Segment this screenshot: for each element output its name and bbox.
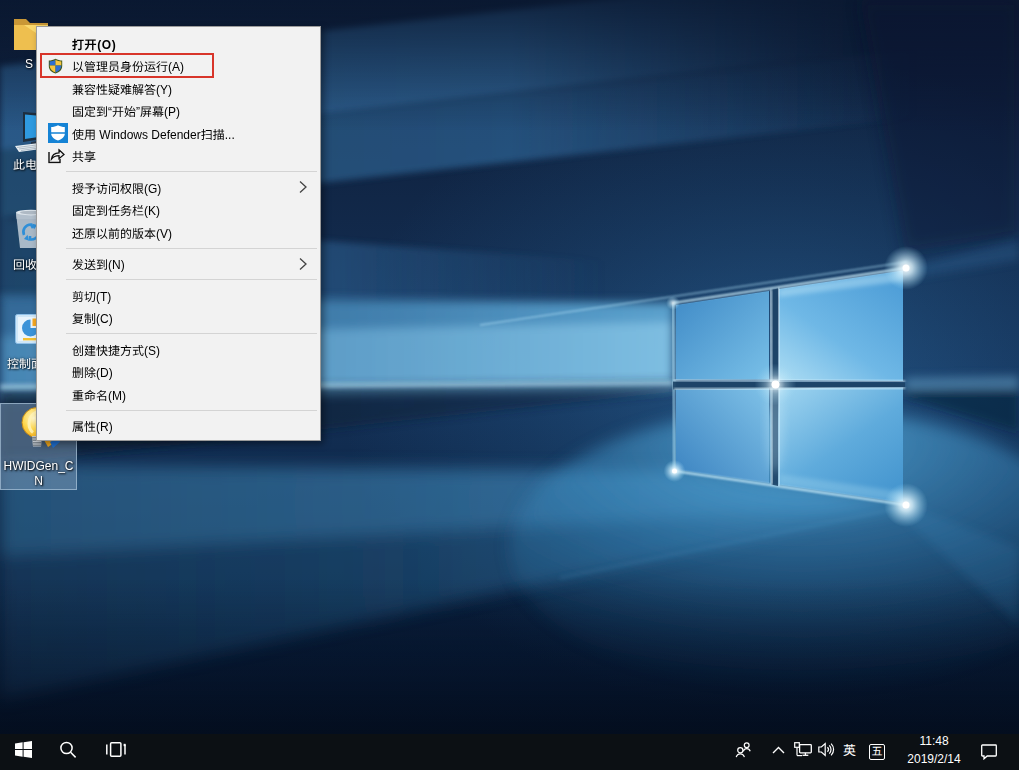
menu-item-pin-to-start[interactable]: 固定到“开始”屏幕(P)	[37, 100, 320, 123]
menu-item-pin-to-taskbar[interactable]: 固定到任务栏(K)	[37, 199, 320, 222]
chevron-up-icon	[772, 746, 785, 754]
menu-item-send-to[interactable]: 发送到(N)	[37, 253, 320, 276]
task-view-icon	[106, 741, 126, 758]
menu-separator	[66, 410, 317, 411]
menu-separator	[66, 248, 317, 249]
ime-language-indicator[interactable]: 英	[839, 734, 860, 770]
menu-item-open[interactable]: 打开(O)	[37, 32, 320, 55]
taskbar: 英 五 11:48 2019/2/14	[0, 734, 1019, 770]
menu-item-defender-scan[interactable]: 使用 Windows Defender扫描...	[37, 122, 320, 145]
action-center-icon	[981, 744, 997, 760]
search-button[interactable]	[47, 734, 89, 770]
volume-button[interactable]	[814, 734, 839, 770]
network-icon	[794, 742, 812, 757]
submenu-arrow-icon	[299, 257, 307, 270]
menu-separator	[66, 171, 317, 172]
start-button[interactable]	[0, 734, 47, 770]
tray-expand-button[interactable]	[765, 734, 791, 770]
clock-date: 2019/2/14	[898, 753, 970, 765]
menu-item-run-as-admin[interactable]: 以管理员身份运行(A)	[37, 55, 320, 78]
action-center-button[interactable]	[970, 734, 1007, 770]
windows-logo-icon	[15, 741, 32, 758]
menu-item-compatibility[interactable]: 兼容性疑难解答(Y)	[37, 77, 320, 100]
task-view-button[interactable]	[93, 734, 138, 770]
menu-item-restore-versions[interactable]: 还原以前的版本(V)	[37, 221, 320, 244]
ime-mode-box: 五	[869, 744, 885, 760]
menu-separator	[66, 333, 317, 334]
context-menu: 打开(O) 以管理员身份运行(A) 兼容性疑难解答(Y) 固定到“开始”屏幕(P…	[36, 26, 321, 441]
clock-time: 11:48	[898, 735, 970, 747]
people-icon	[735, 742, 752, 758]
menu-item-delete[interactable]: 删除(D)	[37, 361, 320, 384]
menu-item-give-access[interactable]: 授予访问权限(G)	[37, 176, 320, 199]
menu-item-rename[interactable]: 重命名(M)	[37, 383, 320, 406]
desktop-icon-label: S	[25, 57, 33, 71]
menu-item-properties[interactable]: 属性(R)	[37, 415, 320, 438]
menu-item-cut[interactable]: 剪切(T)	[37, 284, 320, 307]
share-icon	[48, 148, 65, 163]
people-button[interactable]	[728, 734, 759, 770]
menu-item-copy[interactable]: 复制(C)	[37, 307, 320, 330]
speaker-icon	[818, 742, 835, 757]
uac-shield-icon	[48, 58, 63, 74]
network-button[interactable]	[790, 734, 815, 770]
search-icon	[59, 741, 77, 759]
menu-item-share[interactable]: 共享	[37, 145, 320, 168]
ime-mode-indicator[interactable]: 五	[866, 734, 888, 770]
menu-item-create-shortcut[interactable]: 创建快捷方式(S)	[37, 338, 320, 361]
submenu-arrow-icon	[299, 181, 307, 194]
defender-icon	[48, 123, 68, 143]
desktop-icon-label-line2: N	[34, 474, 43, 489]
menu-separator	[66, 279, 317, 280]
desktop-icon-label-line1: HWIDGen_C	[3, 459, 73, 474]
taskbar-clock[interactable]: 11:48 2019/2/14	[898, 734, 970, 770]
